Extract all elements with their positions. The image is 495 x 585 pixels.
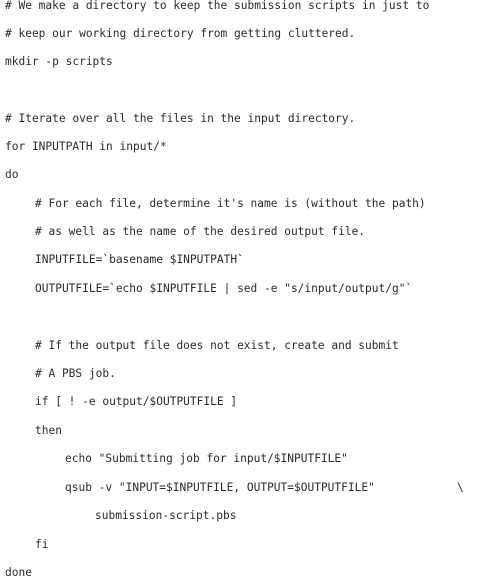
code-line: # We make a directory to keep the submis… (5, 0, 430, 12)
code-line: then (35, 424, 62, 437)
code-line: # keep our working directory from gettin… (5, 27, 356, 40)
code-line: echo "Submitting job for input/$INPUTFIL… (65, 452, 348, 465)
code-line: if [ ! -e output/$OUTPUTFILE ] (35, 395, 238, 408)
code-line: # A PBS job. (35, 367, 116, 380)
code-line: # as well as the name of the desired out… (35, 225, 366, 238)
code-line: submission-script.pbs (95, 509, 237, 522)
code-line: mkdir -p scripts (5, 55, 113, 68)
code-line: INPUTFILE=`basename $INPUTPATH` (35, 253, 244, 266)
line-continuation: \ (457, 481, 464, 494)
code-line: # Iterate over all the files in the inpu… (5, 112, 356, 125)
code-line: for INPUTPATH in input/* (5, 140, 167, 153)
code-line: qsub -v "INPUT=$INPUTFILE, OUTPUT=$OUTPU… (65, 481, 375, 494)
code-listing: # We make a directory to keep the submis… (0, 0, 495, 585)
code-line: OUTPUTFILE=`echo $INPUTFILE | sed -e "s/… (35, 282, 413, 295)
code-line: done (5, 566, 32, 579)
code-line: fi (35, 538, 49, 551)
code-line: do (5, 168, 19, 181)
code-line: # If the output file does not exist, cre… (35, 339, 399, 352)
code-line: # For each file, determine it's name is … (35, 197, 426, 210)
